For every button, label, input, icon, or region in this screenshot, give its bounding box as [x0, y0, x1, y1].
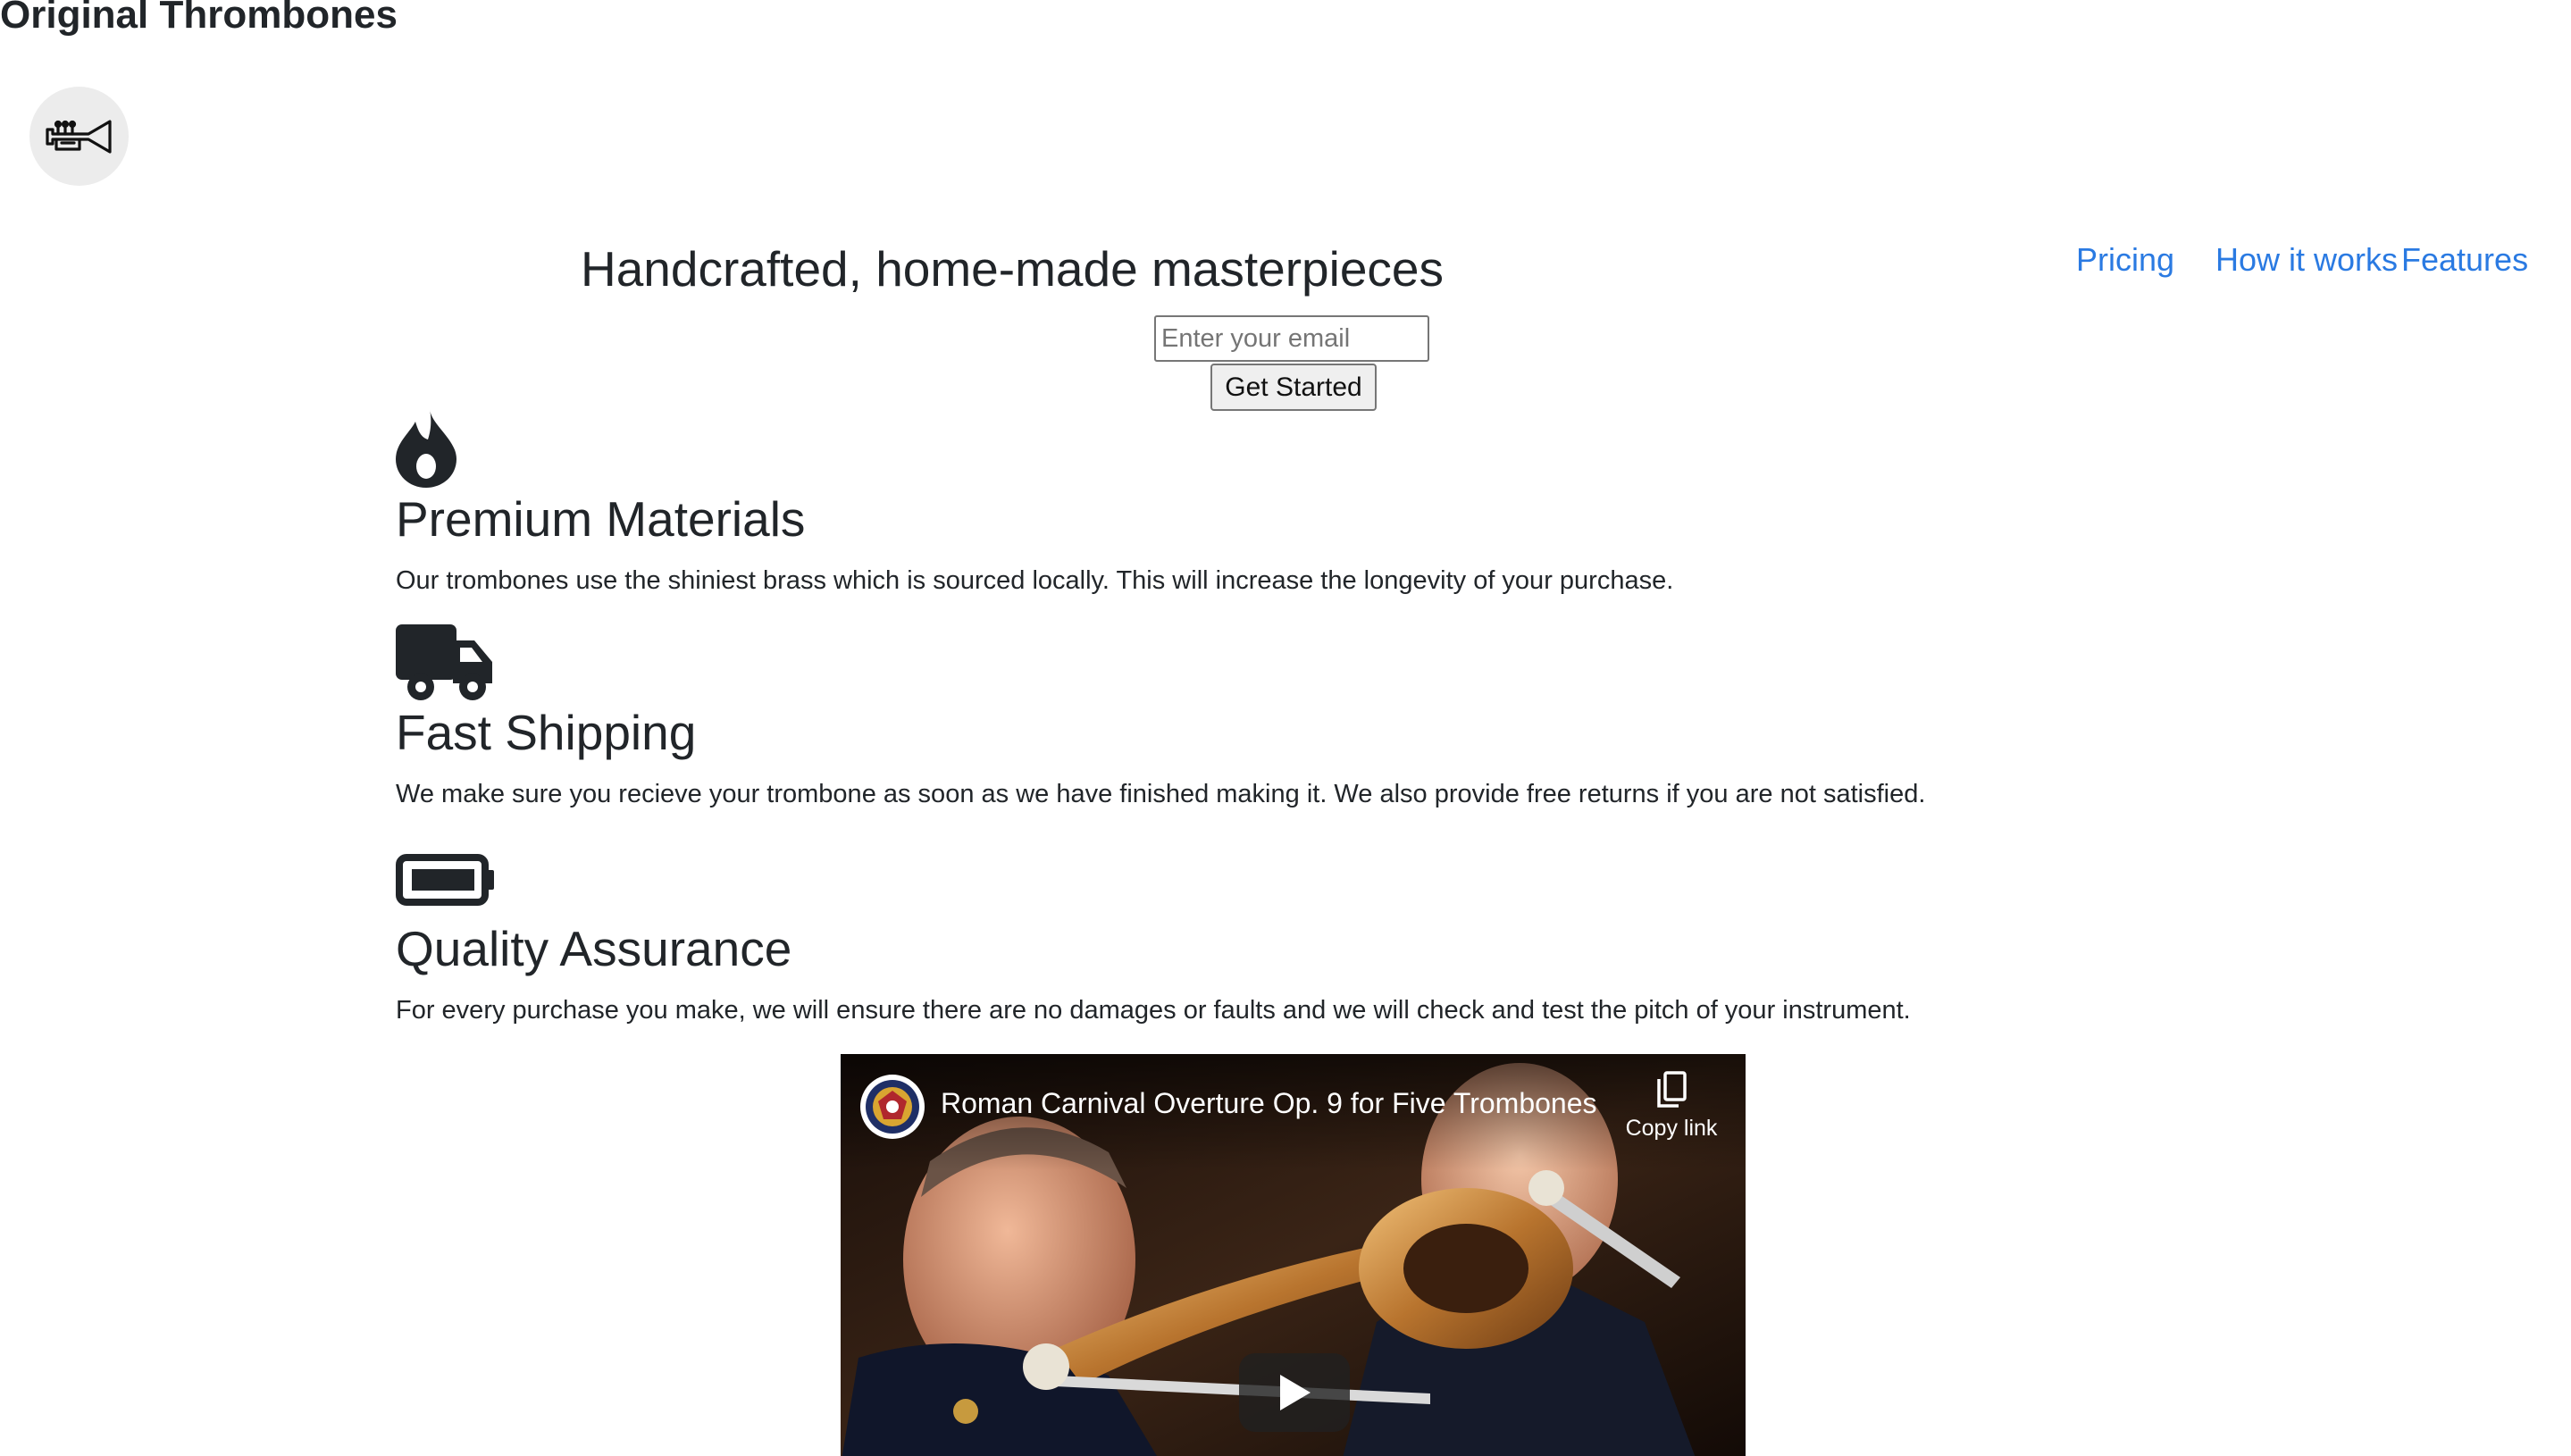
nav-link-features[interactable]: Features [2401, 239, 2528, 280]
feature-heading-premium-materials: Premium Materials [396, 491, 806, 547]
nav-link-pricing[interactable]: Pricing [2076, 239, 2174, 280]
feature-heading-fast-shipping: Fast Shipping [396, 705, 697, 760]
get-started-button[interactable]: Get Started [1210, 364, 1377, 411]
video-title[interactable]: Roman Carnival Overture Op. 9 for Five T… [941, 1086, 1597, 1120]
video-player[interactable]: Roman Carnival Overture Op. 9 for Five T… [841, 1054, 1746, 1456]
page: Original Thrombones Pricing How it works… [0, 0, 2571, 1456]
play-button[interactable] [1239, 1353, 1350, 1432]
truck-icon [396, 624, 492, 700]
feature-description-premium-materials: Our trombones use the shiniest brass whi… [396, 566, 1674, 595]
site-title: Original Thrombones [0, 0, 398, 37]
nav-link-how-it-works[interactable]: How it works [2215, 239, 2398, 280]
email-input[interactable] [1154, 315, 1429, 362]
copy-link-label: Copy link [1625, 1116, 1718, 1141]
feature-heading-quality-assurance: Quality Assurance [396, 921, 792, 976]
logo[interactable] [29, 87, 129, 186]
channel-avatar[interactable] [860, 1075, 925, 1139]
battery-full-icon [396, 854, 494, 906]
channel-avatar-icon [866, 1080, 919, 1134]
navbar: Pricing How it works Features [2071, 239, 2571, 284]
feature-description-fast-shipping: We make sure you recieve your trombone a… [396, 780, 1926, 808]
trumpet-icon [45, 119, 112, 154]
copy-link-button[interactable]: Copy link [1609, 1070, 1734, 1159]
feature-description-quality-assurance: For every purchase you make, we will ens… [396, 996, 1911, 1025]
fire-icon [396, 409, 456, 488]
copy-icon [1657, 1071, 1687, 1108]
play-icon [1280, 1375, 1311, 1410]
hero-title: Handcrafted, home-made masterpieces [581, 241, 1445, 297]
